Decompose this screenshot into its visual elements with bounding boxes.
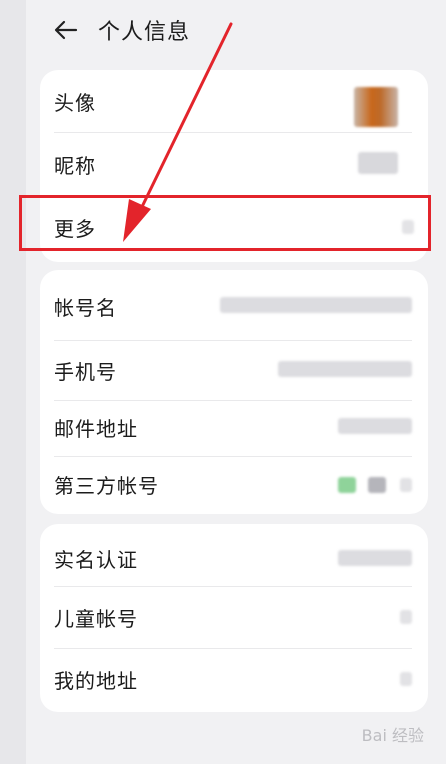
pointer-arrow-icon [123,22,233,242]
watermark: Bai 经验 [361,726,424,745]
